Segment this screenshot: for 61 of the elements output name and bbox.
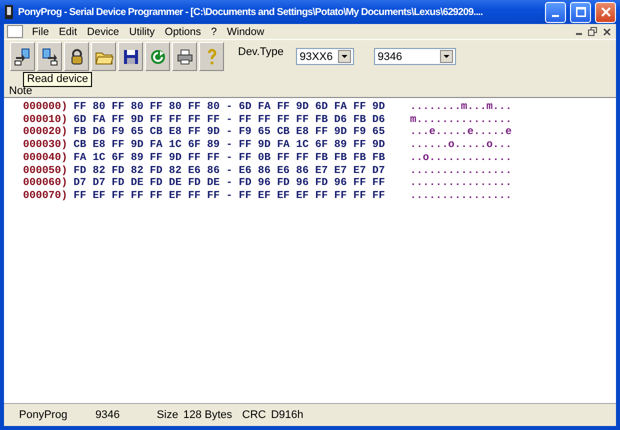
hex-bytes: FF EF FF FF FF EF FF FF - FF EF EF EF FF FF FF FF bbox=[74, 190, 386, 203]
hex-bytes: CB E8 FF 9D FA 1C 6F 89 - FF 9D FA 1C 6F 89 FF 9D bbox=[74, 139, 386, 152]
ascii-text: ................ bbox=[410, 177, 512, 190]
app-icon[interactable] bbox=[4, 5, 14, 19]
write-device-icon bbox=[40, 46, 60, 66]
crc-label: CRC bbox=[242, 409, 266, 421]
size-label: Size bbox=[156, 409, 178, 421]
address: 000070) bbox=[23, 190, 68, 203]
hex-bytes: D7 D7 FD DE FD DE FD DE - FD 96 FD 96 FD 96 FF FF bbox=[74, 177, 386, 190]
close-icon[interactable] bbox=[603, 28, 611, 36]
minimize-icon bbox=[552, 15, 559, 17]
ascii-text: ..o............. bbox=[410, 152, 512, 165]
menu-item[interactable]: Device bbox=[82, 26, 124, 38]
menu-item[interactable]: ? bbox=[206, 26, 222, 38]
close-icon bbox=[600, 7, 610, 17]
toolbar-button[interactable] bbox=[118, 42, 143, 71]
minimize-button[interactable] bbox=[545, 2, 566, 22]
app-name: PonyProg bbox=[19, 409, 68, 421]
printer-icon bbox=[174, 46, 194, 66]
ascii-text: ........m...m... bbox=[410, 101, 512, 114]
menu-item[interactable]: Window bbox=[222, 26, 270, 38]
toolbar-button[interactable] bbox=[172, 42, 197, 71]
menu-item[interactable]: Utility bbox=[124, 26, 160, 38]
address: 000040) bbox=[23, 152, 68, 165]
device-name: 9346 bbox=[95, 409, 120, 421]
address: 000020) bbox=[23, 126, 68, 139]
hex-bytes: FD 82 FD 82 FD 82 E6 86 - E6 86 E6 86 E7 E7 E7 D7 bbox=[74, 164, 386, 178]
document-icon[interactable] bbox=[7, 25, 23, 38]
tooltip: Read device bbox=[23, 72, 92, 87]
menu-item[interactable]: Options bbox=[160, 26, 206, 38]
address: 000000) bbox=[23, 101, 68, 114]
size-value: 128 Bytes bbox=[183, 409, 232, 421]
maximize-icon bbox=[576, 7, 586, 17]
ascii-text: ...e.....e.....e bbox=[410, 126, 512, 140]
toolbar-button[interactable] bbox=[37, 42, 62, 71]
device-dropdown[interactable]: 9346 bbox=[374, 48, 456, 65]
address: 000060) bbox=[23, 177, 68, 190]
address: 000050) bbox=[23, 164, 68, 177]
hex-bytes: 6D FA FF 9D FF FF FF FF - FF FF FF FF FB D6 FB D6 bbox=[74, 114, 386, 126]
ascii-text: m............... bbox=[410, 114, 512, 126]
window-title: PonyProg - Serial Device Programmer - [C:\Documents and Settings\Potato\My Documents\Lexus\629209.... bbox=[18, 6, 484, 18]
address: 000030) bbox=[23, 139, 68, 152]
hex-bytes: FA 1C 6F 89 FF 9D FF FF - FF 0B FF FF FB FB FB FB bbox=[74, 152, 386, 165]
toolbar-button[interactable] bbox=[64, 42, 89, 71]
family-dropdown[interactable]: 93XX6 bbox=[296, 48, 354, 65]
hex-bytes: FF 80 FF 80 FF 80 FF 80 - 6D FA FF 9D 6D FA FF 9D bbox=[74, 101, 386, 114]
tab[interactable]: Note bbox=[9, 86, 32, 97]
hex-bytes: FB D6 F9 65 CB E8 FF 9D - F9 65 CB E8 FF 9D F9 65 bbox=[74, 126, 386, 140]
maximize-button[interactable] bbox=[570, 2, 591, 22]
ascii-text: ................ bbox=[410, 164, 512, 178]
toolbar-button[interactable] bbox=[10, 42, 35, 71]
crc-value: D916h bbox=[270, 409, 304, 421]
close-button[interactable] bbox=[595, 2, 616, 22]
ascii-text: ................ bbox=[410, 190, 512, 203]
device-type-label: Dev.Type bbox=[238, 46, 284, 58]
menu-item[interactable]: Edit bbox=[54, 26, 82, 38]
read-device-icon bbox=[12, 46, 32, 66]
menu-item[interactable]: File bbox=[27, 26, 54, 38]
ascii-text: ......o.....o... bbox=[410, 139, 512, 152]
address: 000010) bbox=[23, 114, 68, 126]
restore-icon[interactable] bbox=[588, 27, 597, 36]
